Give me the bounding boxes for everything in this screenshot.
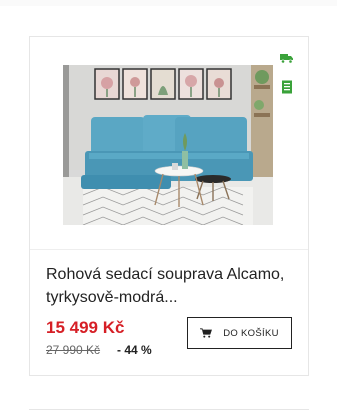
next-product-card [29,409,309,413]
discount-badge: - 44 % [117,343,152,357]
product-card: Rohová sedací souprava Alcamo, tyrkysově… [29,36,309,376]
stock-icon [282,80,292,94]
add-to-cart-button[interactable]: DO KOŠÍKU [187,317,292,349]
sofa-photo [63,65,273,225]
card-divider [30,249,308,250]
add-to-cart-label: DO KOŠÍKU [223,327,279,339]
product-title-link[interactable]: Rohová sedací souprava Alcamo, tyrkysově… [46,263,296,309]
page: Rohová sedací souprava Alcamo, tyrkysově… [0,0,337,413]
old-price: 27 990 Kč [46,343,101,357]
cart-icon [200,328,213,338]
top-strip [0,0,337,6]
current-price: 15 499 Kč [46,318,125,337]
product-image[interactable] [63,65,273,225]
truck-icon [280,54,293,64]
product-badges [280,51,294,109]
